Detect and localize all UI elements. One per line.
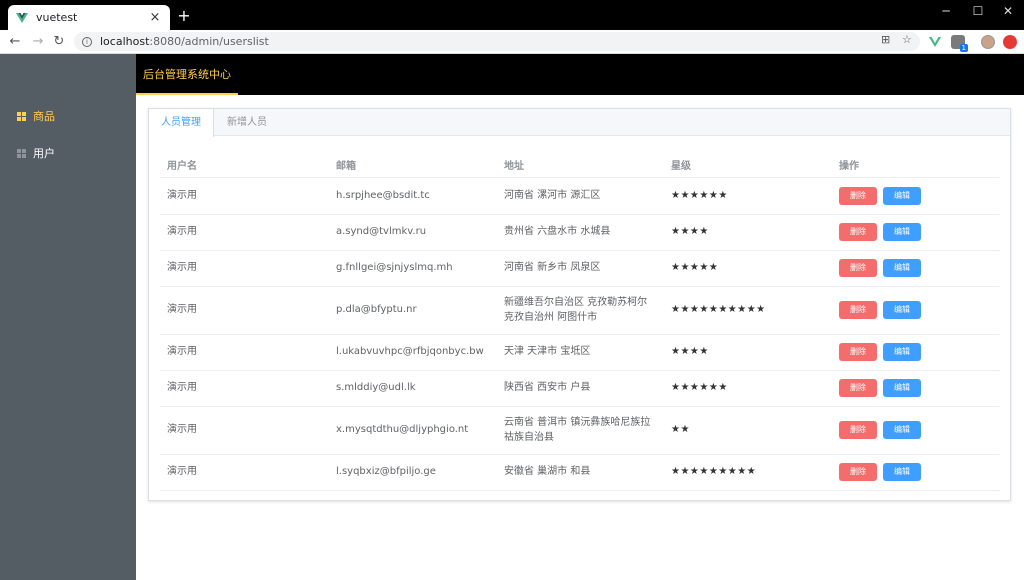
page-title: 后台管理系统中心 (143, 67, 231, 81)
grid-icon (17, 148, 26, 158)
cell-email: a.synd@tvlmkv.ru (336, 226, 427, 237)
address-bar[interactable]: i localhost:8080/admin/userslist (74, 32, 920, 51)
minimize-icon[interactable]: ─ (938, 4, 954, 18)
column-header-stars[interactable]: 星级 (671, 157, 691, 172)
cell-email: p.dla@bfyptu.nr (336, 304, 417, 315)
cell-email: h.srpjhee@bsdit.tc (336, 190, 430, 201)
extension-icon[interactable]: 1 (951, 35, 968, 52)
cell-stars: ★★★★★★ (671, 382, 728, 393)
edit-button[interactable]: 编辑 (883, 223, 921, 241)
sidebar-item-label: 商品 (33, 110, 55, 123)
row-divider (160, 490, 1000, 491)
cell-address: 河南省 漯河市 源汇区 (504, 190, 601, 201)
window-close-icon[interactable]: ✕ (1000, 4, 1016, 18)
cell-address: 新疆维吾尔自治区 克孜勒苏柯尔克孜自治州 阿图什市 (504, 297, 648, 323)
vue-devtools-icon[interactable] (928, 35, 942, 49)
cell-address: 陕西省 西安市 户县 (504, 382, 591, 393)
cell-email: x.mysqtdthu@dljyphgio.nt (336, 424, 469, 435)
cell-stars: ★★★★ (671, 226, 709, 237)
column-header-actions[interactable]: 操作 (839, 157, 859, 172)
edit-button[interactable]: 编辑 (883, 343, 921, 361)
cell-username: 演示用 (167, 382, 197, 393)
cell-address: 天津 天津市 宝坻区 (504, 346, 591, 357)
info-icon[interactable]: i (82, 36, 92, 47)
cell-email: l.ukabvuvhpc@rfbjqonbyc.bw (336, 346, 484, 357)
edit-button[interactable]: 编辑 (883, 379, 921, 397)
maximize-icon[interactable]: ☐ (970, 4, 986, 18)
edit-button[interactable]: 编辑 (883, 421, 921, 439)
cell-stars: ★★ (671, 424, 690, 435)
cell-address: 云南省 普洱市 镇沅彝族哈尼族拉祜族自治县 (504, 417, 651, 443)
browser-titlebar: vuetest × + ─ ☐ ✕ (0, 0, 1024, 30)
column-header-email[interactable]: 邮箱 (336, 157, 356, 172)
tab-title: vuetest (36, 11, 78, 24)
delete-button[interactable]: 删除 (839, 223, 877, 241)
cell-username: 演示用 (167, 262, 197, 273)
browser-toolbar: ← → ↻ i localhost:8080/admin/userslist ⊞… (0, 30, 1024, 54)
vue-logo-icon (16, 12, 28, 23)
cell-username: 演示用 (167, 190, 197, 201)
back-arrow-icon[interactable]: ← (7, 34, 23, 50)
row-divider (160, 454, 1000, 455)
column-header-address[interactable]: 地址 (504, 157, 524, 172)
cell-email: s.mlddiy@udl.lk (336, 382, 416, 393)
row-divider (160, 370, 1000, 371)
cell-address: 河南省 新乡市 凤泉区 (504, 262, 601, 273)
bookmark-star-icon[interactable]: ☆ (902, 33, 912, 46)
edit-button[interactable]: 编辑 (883, 301, 921, 319)
avatar[interactable] (981, 35, 995, 49)
cell-address: 安徽省 巢湖市 和县 (504, 466, 591, 477)
tab-add-staff[interactable]: 新增人员 (215, 109, 279, 137)
row-divider (160, 334, 1000, 335)
cell-username: 演示用 (167, 346, 197, 357)
edit-button[interactable]: 编辑 (883, 463, 921, 481)
reload-icon[interactable]: ↻ (51, 34, 67, 50)
cell-stars: ★★★★★★★★★★ (671, 304, 766, 315)
edit-button[interactable]: 编辑 (883, 259, 921, 277)
cell-username: 演示用 (167, 304, 197, 315)
cell-stars: ★★★★★ (671, 262, 719, 273)
sidebar-item-users[interactable]: 用户 (0, 143, 136, 163)
forward-arrow-icon[interactable]: → (30, 34, 46, 50)
cell-username: 演示用 (167, 466, 197, 477)
row-divider (160, 177, 1000, 178)
column-header-username[interactable]: 用户名 (167, 157, 197, 172)
cell-address: 贵州省 六盘水市 水城县 (504, 226, 611, 237)
cell-email: l.syqbxiz@bfpiljo.ge (336, 466, 436, 477)
cell-stars: ★★★★ (671, 346, 709, 357)
edit-button[interactable]: 编辑 (883, 187, 921, 205)
delete-button[interactable]: 删除 (839, 259, 877, 277)
delete-button[interactable]: 删除 (839, 343, 877, 361)
delete-button[interactable]: 删除 (839, 421, 877, 439)
tab-close-icon[interactable]: × (148, 10, 162, 25)
new-tab-button[interactable]: + (176, 8, 192, 24)
row-divider (160, 214, 1000, 215)
cell-stars: ★★★★★★★★★ (671, 466, 757, 477)
translate-icon[interactable]: ⊞ (881, 33, 890, 46)
browser-tab[interactable]: vuetest × (8, 5, 170, 30)
sidebar: 商品 用户 (0, 54, 136, 580)
url-text: localhost:8080/admin/userslist (100, 35, 269, 48)
grid-icon (17, 111, 26, 121)
top-navbar: 后台管理系统中心 (136, 54, 1024, 95)
extension-red-icon[interactable] (1003, 35, 1017, 49)
row-divider (160, 250, 1000, 251)
sidebar-item-label: 用户 (33, 147, 55, 160)
sidebar-item-goods[interactable]: 商品 (0, 106, 136, 126)
delete-button[interactable]: 删除 (839, 301, 877, 319)
cell-stars: ★★★★★★ (671, 190, 728, 201)
delete-button[interactable]: 删除 (839, 187, 877, 205)
cell-username: 演示用 (167, 424, 197, 435)
tabs-header: 人员管理 新增人员 (149, 109, 1010, 137)
row-divider (160, 406, 1000, 407)
cell-username: 演示用 (167, 226, 197, 237)
delete-button[interactable]: 删除 (839, 463, 877, 481)
tab-staff-management[interactable]: 人员管理 (149, 109, 214, 137)
row-divider (160, 286, 1000, 287)
cell-email: g.fnllgei@sjnjyslmq.mh (336, 262, 453, 273)
delete-button[interactable]: 删除 (839, 379, 877, 397)
nav-item-admin-center[interactable]: 后台管理系统中心 (136, 54, 238, 95)
